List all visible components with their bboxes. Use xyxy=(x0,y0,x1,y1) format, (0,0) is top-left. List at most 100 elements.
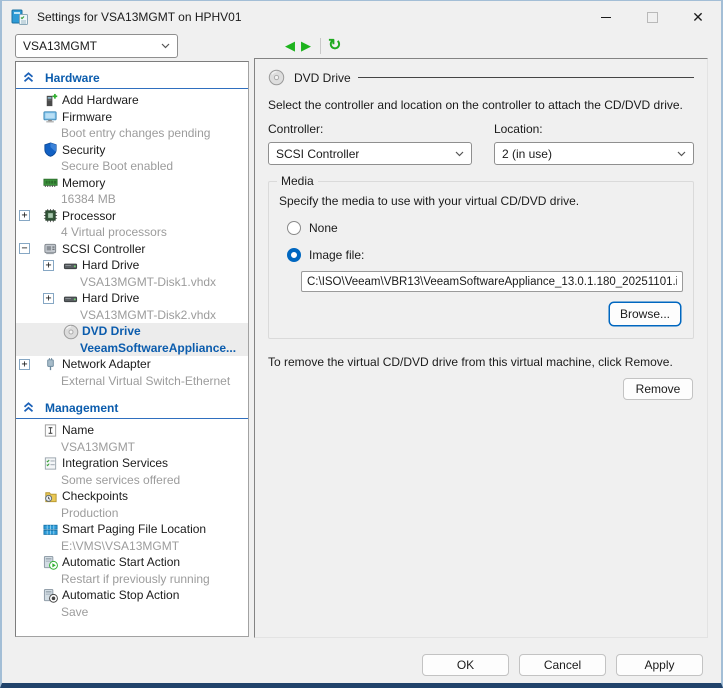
tree-item-label: Checkpoints xyxy=(62,489,128,503)
tree-item-label: Automatic Stop Action xyxy=(62,588,179,602)
tree-item-checkpoints[interactable]: Checkpoints xyxy=(16,488,248,505)
checkpoints-icon xyxy=(43,489,58,504)
tree-item-label: Add Hardware xyxy=(62,93,139,107)
tree-item-label: Hard Drive xyxy=(82,258,139,272)
tree-item-name[interactable]: Name xyxy=(16,422,248,439)
location-value: 2 (in use) xyxy=(502,147,552,161)
radio-none-option[interactable]: None xyxy=(287,221,681,235)
tree-item-label: Security xyxy=(62,143,105,157)
tree-item-sub: VSA13MGMT-Disk2.vhdx xyxy=(16,307,248,324)
tree-item-label: Hard Drive xyxy=(82,291,139,305)
location-select[interactable]: 2 (in use) xyxy=(494,142,694,165)
tree-item-scsi-controller[interactable]: − SCSI Controller xyxy=(16,241,248,258)
location-label: Location: xyxy=(494,122,694,136)
apply-button[interactable]: Apply xyxy=(616,654,703,676)
add-hardware-icon xyxy=(43,93,58,108)
tree-item-hard-drive-1[interactable]: + Hard Drive xyxy=(16,257,248,274)
radio-image-file-label: Image file: xyxy=(309,248,364,262)
network-adapter-icon xyxy=(43,357,58,372)
chevron-down-icon xyxy=(455,151,464,157)
expand-icon[interactable]: + xyxy=(43,293,54,304)
section-label: Hardware xyxy=(45,71,100,85)
selected-tree-item: DVD Drive VeeamSoftwareAppliance... xyxy=(16,323,248,356)
tree-item-label: Name xyxy=(62,423,94,437)
toolbar-separator xyxy=(320,38,321,54)
tree-item-sub: Boot entry changes pending xyxy=(16,125,248,142)
firmware-icon xyxy=(43,109,58,124)
chevron-down-icon xyxy=(677,151,686,157)
tree-item-hard-drive-2[interactable]: + Hard Drive xyxy=(16,290,248,307)
close-button[interactable]: ✕ xyxy=(675,1,721,33)
tree-item-add-hardware[interactable]: Add Hardware xyxy=(16,92,248,109)
refresh-button[interactable]: ↻ xyxy=(328,38,341,54)
toolbar: VSA13MGMT ◀ ▶ ↻ xyxy=(2,33,721,58)
ok-button[interactable]: OK xyxy=(422,654,509,676)
remove-hint: To remove the virtual CD/DVD drive from … xyxy=(268,355,694,369)
radio-image-file-icon[interactable] xyxy=(287,248,301,262)
tree-item-sub: 4 Virtual processors xyxy=(16,224,248,241)
shield-icon xyxy=(43,142,58,157)
tree-item-dvd-drive[interactable]: DVD Drive xyxy=(16,323,248,340)
tree-item-firmware[interactable]: Firmware xyxy=(16,109,248,126)
checklist-icon xyxy=(43,456,58,471)
window-title: Settings for VSA13MGMT on HPHV01 xyxy=(37,10,583,24)
collapse-icon[interactable]: − xyxy=(19,243,30,254)
radio-image-file-option[interactable]: Image file: xyxy=(287,248,681,262)
tree-item-smart-paging[interactable]: Smart Paging File Location xyxy=(16,521,248,538)
expand-icon[interactable]: + xyxy=(19,210,30,221)
maximize-button xyxy=(629,1,675,33)
tree-item-sub: VSA13MGMT-Disk1.vhdx xyxy=(16,274,248,291)
tree-item-label: Automatic Start Action xyxy=(62,555,180,569)
navigate-back-button[interactable]: ◀ xyxy=(282,39,298,52)
collapse-section-icon xyxy=(23,402,34,413)
dvd-disc-icon xyxy=(268,69,285,86)
dialog-footer: OK Cancel Apply xyxy=(2,640,721,683)
controller-select[interactable]: SCSI Controller xyxy=(268,142,472,165)
section-label: Management xyxy=(45,401,118,415)
cancel-button[interactable]: Cancel xyxy=(519,654,606,676)
panel-title: DVD Drive xyxy=(294,71,351,85)
close-icon: ✕ xyxy=(692,9,704,26)
tree-item-label: SCSI Controller xyxy=(62,242,145,256)
navigate-forward-button[interactable]: ▶ xyxy=(298,39,314,52)
tree-item-sub: External Virtual Switch-Ethernet xyxy=(16,373,248,390)
tree-item-security[interactable]: Security xyxy=(16,142,248,159)
browse-button[interactable]: Browse... xyxy=(609,302,681,326)
section-hardware[interactable]: Hardware xyxy=(16,67,248,89)
settings-dialog: Settings for VSA13MGMT on HPHV01 ✕ VSA13… xyxy=(0,0,723,688)
tree-item-integration-services[interactable]: Integration Services xyxy=(16,455,248,472)
auto-stop-icon xyxy=(43,588,58,603)
hard-drive-icon xyxy=(63,258,78,273)
media-group: Media Specify the media to use with your… xyxy=(268,181,694,339)
tree-item-sub: Restart if previously running xyxy=(16,571,248,588)
tree-item-memory[interactable]: Memory xyxy=(16,175,248,192)
tree-item-processor[interactable]: + Processor xyxy=(16,208,248,225)
smart-paging-icon xyxy=(43,522,58,537)
image-path-input[interactable] xyxy=(301,271,683,292)
minimize-button[interactable] xyxy=(583,1,629,33)
vm-selector[interactable]: VSA13MGMT xyxy=(15,34,178,58)
tree-item-label: Network Adapter xyxy=(62,357,151,371)
panel-intro: Select the controller and location on th… xyxy=(268,98,694,112)
radio-none-icon[interactable] xyxy=(287,221,301,235)
tree-item-label: Smart Paging File Location xyxy=(62,522,206,536)
maximize-icon xyxy=(647,12,658,23)
auto-start-icon xyxy=(43,555,58,570)
chevron-down-icon xyxy=(161,43,170,49)
media-intro: Specify the media to use with your virtu… xyxy=(279,194,681,208)
tree-item-label: Processor xyxy=(62,209,116,223)
name-icon xyxy=(43,423,58,438)
processor-icon xyxy=(43,208,58,223)
tree-item-auto-stop[interactable]: Automatic Stop Action xyxy=(16,587,248,604)
tree-item-label: DVD Drive xyxy=(82,324,141,338)
expand-icon[interactable]: + xyxy=(19,359,30,370)
remove-button[interactable]: Remove xyxy=(623,378,693,400)
dvd-disc-icon xyxy=(63,324,78,339)
memory-icon xyxy=(43,175,58,190)
minimize-icon xyxy=(601,17,611,18)
vm-selector-value: VSA13MGMT xyxy=(23,39,97,53)
tree-item-auto-start[interactable]: Automatic Start Action xyxy=(16,554,248,571)
section-management[interactable]: Management xyxy=(16,397,248,419)
tree-item-network-adapter[interactable]: + Network Adapter xyxy=(16,356,248,373)
expand-icon[interactable]: + xyxy=(43,260,54,271)
